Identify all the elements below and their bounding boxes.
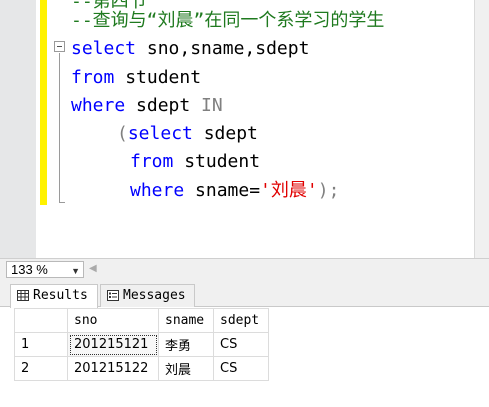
code-line-from: from student — [71, 64, 201, 92]
code-line-subfrom: from student — [130, 148, 260, 176]
cell-sno[interactable]: 201215121 — [67, 332, 159, 357]
row-number[interactable]: 2 — [14, 356, 68, 381]
code-line-select: select sno,sname,sdept — [71, 35, 309, 63]
zoom-dropdown[interactable]: 133 % ▼ — [6, 261, 84, 278]
row-number[interactable]: 1 — [14, 332, 68, 357]
keyword: where — [71, 95, 126, 116]
code-comment: --查询与“刘晨”在同一个系学习的学生 — [71, 10, 385, 31]
code-text: sdept — [125, 95, 202, 116]
code-text: student — [173, 151, 261, 172]
cell-sdept[interactable]: CS — [213, 332, 269, 357]
collapse-icon[interactable] — [54, 41, 65, 52]
keyword: from — [130, 151, 174, 172]
zoom-bar: 133 % ▼ ◀ — [0, 258, 489, 280]
column-header-sno[interactable]: sno — [67, 308, 159, 333]
query-editor[interactable]: --第四节 --查询与“刘晨”在同一个系学习的学生 select sno,sna… — [0, 0, 489, 258]
keyword: where — [130, 180, 185, 201]
scroll-left-icon[interactable]: ◀ — [89, 263, 97, 274]
zoom-value: 133 % — [11, 262, 48, 277]
keyword: select — [71, 38, 137, 59]
cell-sdept[interactable]: CS — [213, 356, 269, 381]
grid-icon — [17, 290, 29, 301]
change-tracking-bar — [40, 0, 47, 205]
column-header-sdept[interactable]: sdept — [213, 308, 269, 333]
cell-sno[interactable]: 201215122 — [67, 356, 159, 381]
operator-in: IN — [201, 95, 223, 116]
vertical-scrollbar[interactable] — [474, 0, 489, 258]
keyword: select — [127, 123, 193, 144]
editor-gutter — [0, 0, 36, 258]
grid-header-row: sno sname sdept — [14, 308, 269, 333]
tab-messages-label: Messages — [123, 288, 186, 303]
results-grid: sno sname sdept 1 201215121 李勇 CS 2 2012… — [14, 308, 269, 381]
paren: ( — [117, 123, 128, 144]
keyword: from — [71, 67, 115, 88]
dropdown-arrow-icon: ▼ — [71, 266, 80, 276]
tab-results-label: Results — [33, 288, 88, 303]
tab-results[interactable]: Results — [10, 284, 98, 308]
table-row: 2 201215122 刘晨 CS — [14, 356, 269, 381]
row-header-corner — [14, 308, 68, 333]
cell-sname[interactable]: 刘晨 — [158, 356, 214, 381]
results-tabs: Results Messages — [0, 280, 489, 308]
code-text: sname= — [184, 180, 261, 201]
messages-icon — [107, 290, 119, 301]
code-tail: ); — [317, 180, 340, 201]
results-pane: Results Messages sno sname sdept 1 20121… — [0, 280, 489, 407]
code-text: sno,sname,sdept — [136, 38, 310, 59]
column-header-sname[interactable]: sname — [158, 308, 214, 333]
code-text: student — [114, 67, 202, 88]
code-line-subwhere: where sname='刘晨'); — [130, 177, 339, 205]
code-line-subselect: (select sdept — [117, 120, 258, 148]
string-literal: '刘晨' — [260, 180, 318, 201]
outline-end — [59, 202, 65, 203]
tab-messages[interactable]: Messages — [100, 284, 195, 307]
table-row: 1 201215121 李勇 CS — [14, 332, 269, 357]
code-line-where: where sdept IN — [71, 92, 223, 120]
code-text: sdept — [192, 123, 258, 144]
cell-sname[interactable]: 李勇 — [158, 332, 214, 357]
outline-line — [59, 53, 60, 203]
